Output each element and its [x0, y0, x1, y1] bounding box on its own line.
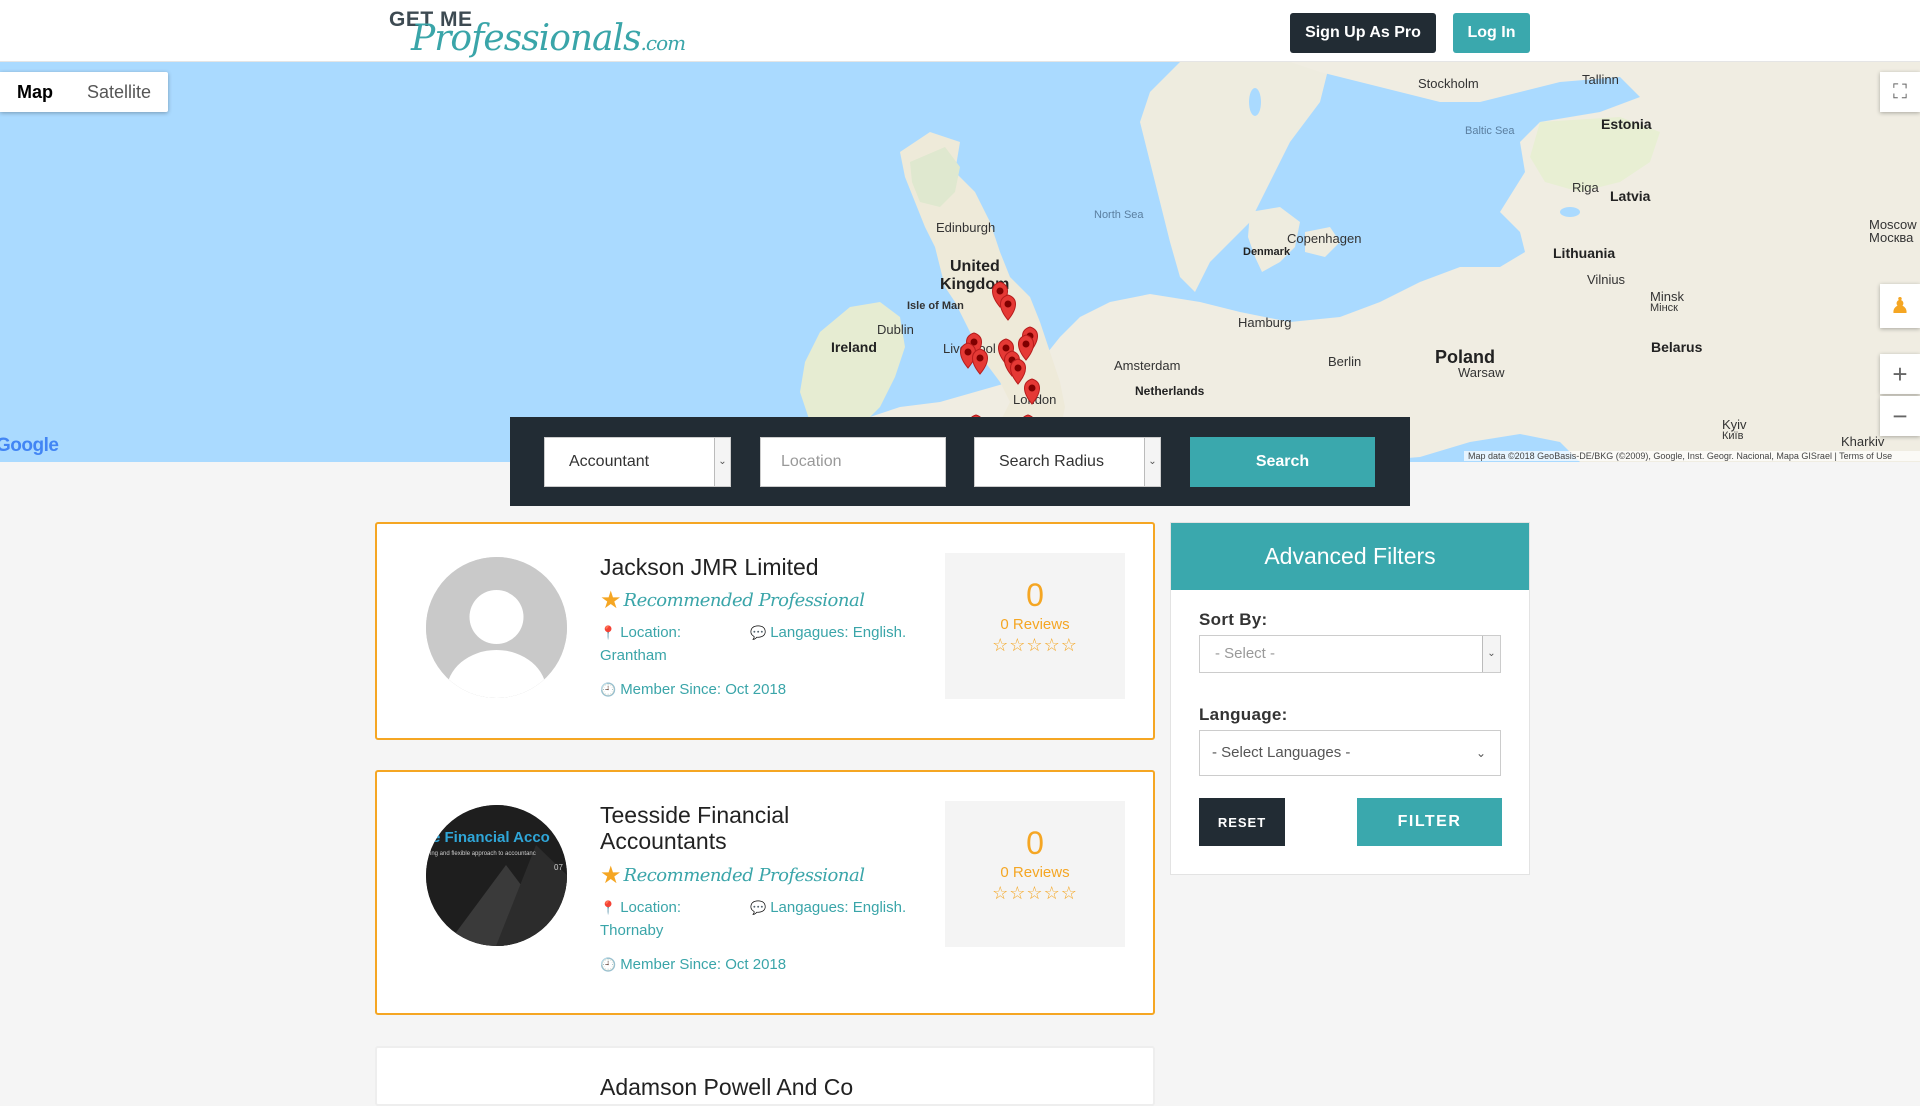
sort-by-value: - Select -	[1215, 645, 1276, 662]
reviews-label[interactable]: 0 Reviews	[945, 864, 1125, 881]
result-card[interactable]: e Financial Acco ing and flexible approa…	[375, 770, 1155, 1015]
log-in-button[interactable]: Log In	[1453, 13, 1530, 53]
chevron-down-icon: ⌄	[714, 438, 730, 486]
avatar-number: 07	[554, 863, 563, 872]
review-count: 0	[1026, 577, 1044, 613]
avatar-placeholder	[426, 557, 567, 698]
advanced-filters-title: Advanced Filters	[1171, 523, 1529, 590]
reviews-label[interactable]: 0 Reviews	[945, 616, 1125, 633]
result-title[interactable]: Jackson JMR Limited	[600, 554, 870, 580]
plus-icon: +	[1892, 358, 1908, 389]
languages-text: Langagues: English.	[770, 624, 907, 641]
sort-by-label: Sort By:	[1199, 610, 1268, 629]
chat-bubbles-icon: 💬	[750, 625, 767, 640]
result-card[interactable]: Jackson JMR Limited ★ Recommended Profes…	[375, 522, 1155, 740]
minus-icon: −	[1892, 400, 1908, 431]
member-since-text: Member Since: Oct 2018	[620, 956, 787, 973]
user-silhouette-icon	[426, 557, 567, 698]
result-title[interactable]: Adamson Powell And Co	[600, 1074, 1000, 1100]
review-summary: 0 0 Reviews ☆☆☆☆☆	[945, 801, 1125, 947]
site-logo[interactable]: GET ME Professionals.com	[389, 8, 686, 59]
recommended-badge: ★ Recommended Professional	[600, 586, 865, 615]
avatar-text: e Financial Acco	[432, 829, 550, 846]
zoom-in-button[interactable]: +	[1880, 354, 1920, 394]
languages-info: 💬 Langagues: English.	[750, 621, 906, 644]
language-select-value: - Select Languages -	[1212, 744, 1351, 761]
chevron-down-icon: ⌄	[1482, 636, 1500, 672]
map-marker[interactable]	[972, 348, 988, 375]
rating-stars: ☆☆☆☆☆	[992, 883, 1078, 903]
logo-main-word: Professionals	[411, 18, 642, 59]
map-marker[interactable]	[1018, 334, 1034, 361]
map-pin-icon: 📍	[600, 900, 617, 915]
clock-icon: 🕘	[600, 957, 617, 972]
profession-select-value: Accountant	[569, 453, 650, 470]
map-pin-icon: 📍	[600, 625, 617, 640]
company-logo-image	[426, 805, 567, 946]
chevron-down-icon: ⌄	[1475, 746, 1486, 760]
member-since-info: 🕘 Member Since: Oct 2018	[600, 953, 786, 976]
search-bar: Accountant ⌄ Search Radius ⌄ Search	[510, 417, 1410, 506]
map-marker[interactable]	[1010, 358, 1026, 385]
profession-select[interactable]: Accountant ⌄	[544, 437, 731, 487]
recommended-badge: ★ Recommended Professional	[600, 861, 865, 890]
location-input[interactable]	[760, 437, 946, 487]
map-markers	[960, 281, 1042, 461]
languages-text: Langagues: English.	[770, 899, 907, 916]
street-view-pegman[interactable]: ♟	[1880, 284, 1920, 328]
chevron-down-icon: ⌄	[1144, 438, 1160, 486]
recommended-text: Recommended Professional	[623, 590, 865, 611]
member-since-info: 🕘 Member Since: Oct 2018	[600, 678, 786, 701]
search-button[interactable]: Search	[1190, 437, 1375, 487]
sign-up-as-pro-button[interactable]: Sign Up As Pro	[1290, 13, 1436, 53]
star-icon: ★	[600, 862, 622, 889]
result-card[interactable]: Adamson Powell And Co	[375, 1046, 1155, 1106]
avatar-subtext: ing and flexible approach to accountanc	[430, 851, 536, 857]
map-marker[interactable]	[1000, 294, 1016, 321]
zoom-out-button[interactable]: −	[1880, 396, 1920, 436]
search-radius-select[interactable]: Search Radius ⌄	[974, 437, 1161, 487]
map-attribution[interactable]: Map data ©2018 GeoBasis-DE/BKG (©2009), …	[1464, 451, 1920, 461]
location-info: 📍 Location: Thornaby	[600, 896, 730, 942]
google-logo: Google	[0, 435, 59, 456]
location-info: 📍 Location: Grantham	[600, 621, 730, 667]
advanced-filters-panel: Advanced Filters Sort By: - Select - ⌄ L…	[1170, 522, 1530, 875]
chat-bubbles-icon: 💬	[750, 900, 767, 915]
pegman-icon: ♟	[1890, 293, 1910, 318]
fullscreen-icon: ⛶	[1893, 80, 1907, 103]
map-view[interactable]: Map Satellite Stockholm Tallinn Estonia …	[0, 62, 1920, 462]
reset-button[interactable]: RESET	[1199, 798, 1285, 846]
fullscreen-button[interactable]: ⛶	[1880, 72, 1920, 112]
review-count: 0	[1026, 825, 1044, 861]
location-label: Location:	[620, 899, 682, 916]
language-select[interactable]: - Select Languages - ⌄	[1199, 730, 1501, 776]
site-header: GET ME Professionals.com Sign Up As Pro …	[0, 0, 1920, 62]
logo-main-text: Professionals.com	[411, 18, 687, 59]
location-value: Grantham	[600, 647, 667, 664]
logo-com-text: .com	[640, 31, 687, 55]
languages-info: 💬 Langagues: English.	[750, 896, 906, 919]
avatar-image: e Financial Acco ing and flexible approa…	[426, 805, 567, 946]
recommended-text: Recommended Professional	[623, 865, 865, 886]
search-radius-value: Search Radius	[999, 453, 1104, 470]
location-value: Thornaby	[600, 922, 664, 939]
filter-button[interactable]: FILTER	[1357, 798, 1502, 846]
result-title[interactable]: Teesside Financial Accountants	[600, 802, 870, 854]
member-since-text: Member Since: Oct 2018	[620, 681, 787, 698]
map-marker[interactable]	[1024, 378, 1040, 405]
rating-stars: ☆☆☆☆☆	[992, 635, 1078, 655]
location-label: Location:	[620, 624, 682, 641]
star-icon: ★	[600, 587, 622, 614]
review-summary: 0 0 Reviews ☆☆☆☆☆	[945, 553, 1125, 699]
sort-by-select[interactable]: - Select - ⌄	[1199, 635, 1501, 673]
clock-icon: 🕘	[600, 682, 617, 697]
language-label: Language:	[1199, 705, 1288, 724]
